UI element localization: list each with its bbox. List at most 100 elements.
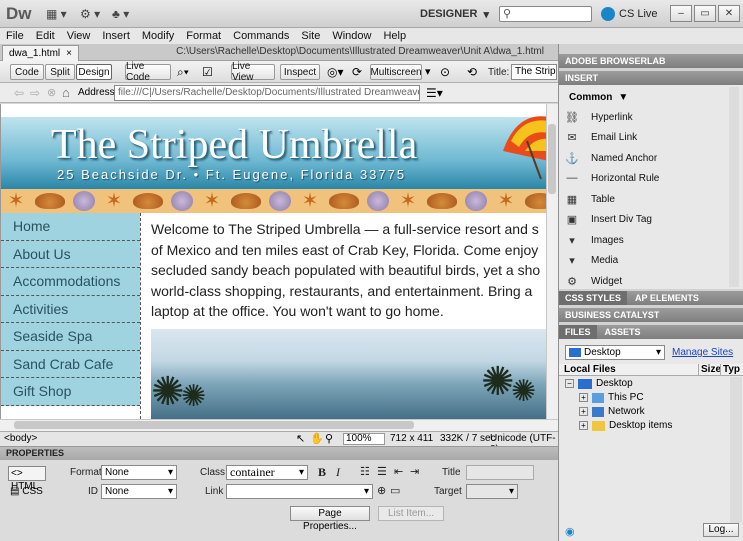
expand-icon[interactable]: + xyxy=(579,421,588,430)
tab-ap-elements[interactable]: AP ELEMENTS xyxy=(631,291,703,305)
insert-panel-header[interactable]: INSERT xyxy=(559,71,743,85)
home-icon[interactable]: ⌂ xyxy=(62,85,70,100)
link-input[interactable] xyxy=(226,484,373,499)
zoom-tool-icon[interactable]: ⚲ xyxy=(325,432,333,445)
split-view-button[interactable]: Split xyxy=(45,64,75,80)
forward-icon[interactable]: ⇨ xyxy=(30,86,40,100)
hand-tool-icon[interactable]: ✋ xyxy=(310,432,324,445)
unordered-list-icon[interactable]: ☷ xyxy=(360,465,370,478)
connect-icon[interactable]: ◉ xyxy=(565,525,575,538)
class-select[interactable]: container xyxy=(226,465,308,480)
link-title-input[interactable] xyxy=(466,465,534,480)
code-view-button[interactable]: Code xyxy=(10,64,44,80)
menu-commands[interactable]: Commands xyxy=(227,30,295,42)
nav-link-gift-shop[interactable]: Gift Shop xyxy=(1,378,140,406)
tree-this-pc[interactable]: + This PC xyxy=(579,392,644,403)
stop-icon[interactable]: ⊗ xyxy=(47,86,56,99)
html-mode-button[interactable]: <> HTML xyxy=(8,466,46,492)
menu-site[interactable]: Site xyxy=(295,30,326,42)
document-title-input[interactable]: The Striped Umbrella xyxy=(511,64,557,80)
scrollbar-thumb[interactable] xyxy=(14,421,414,429)
site-icon[interactable]: ♣ ▾ xyxy=(112,6,129,22)
nav-link-home[interactable]: Home xyxy=(1,213,140,241)
refresh-icon[interactable]: ⟳ xyxy=(352,65,362,79)
check-browser-icon[interactable]: ⌕▾ xyxy=(177,65,189,80)
menu-modify[interactable]: Modify xyxy=(136,30,180,42)
tree-desktop-items[interactable]: + Desktop items xyxy=(579,420,672,431)
site-select[interactable]: Desktop ▾ xyxy=(565,345,665,360)
back-icon[interactable]: ⇦ xyxy=(14,86,24,100)
live-view-button[interactable]: Live View xyxy=(231,61,275,83)
page-properties-button[interactable]: Page Properties... xyxy=(290,506,370,532)
business-catalyst-header[interactable]: BUSINESS CATALYST xyxy=(559,308,743,322)
menu-edit[interactable]: Edit xyxy=(30,30,61,42)
cs-live-button[interactable]: CS Live xyxy=(601,5,658,23)
insert-table[interactable]: ▦ Table xyxy=(565,189,725,209)
insert-scrollbar[interactable] xyxy=(729,87,739,287)
log-button[interactable]: Log... xyxy=(703,523,739,537)
menu-file[interactable]: File xyxy=(0,30,30,42)
files-scrollbar[interactable] xyxy=(730,377,742,523)
insert-media[interactable]: ▾ Media xyxy=(565,250,725,270)
ordered-list-icon[interactable]: ☰ xyxy=(377,465,387,478)
tab-files[interactable]: FILES xyxy=(559,325,597,339)
insert-email-link[interactable]: ✉ Email Link xyxy=(565,127,725,147)
category-select[interactable]: Common ▼ xyxy=(569,92,628,103)
bold-button[interactable]: B xyxy=(318,465,326,480)
live-code-button[interactable]: Live Code xyxy=(125,61,171,83)
address-input[interactable]: file:///C|/Users/Rachelle/Desktop/Docume… xyxy=(114,85,420,101)
tag-selector[interactable]: <body> xyxy=(4,433,37,444)
scrollbar-thumb[interactable] xyxy=(548,124,556,194)
id-select[interactable]: None xyxy=(101,484,177,499)
preview-icon[interactable]: ◎▾ xyxy=(327,65,344,79)
col-local-files[interactable]: Local Files xyxy=(564,364,616,375)
menu-help[interactable]: Help xyxy=(377,30,412,42)
point-to-file-icon[interactable]: ⊕ xyxy=(377,484,386,497)
close-icon[interactable]: × xyxy=(66,48,72,59)
inspect-button[interactable]: Inspect xyxy=(280,64,320,80)
list-item-button[interactable]: List Item... xyxy=(378,506,444,521)
outdent-icon[interactable]: ⇤ xyxy=(394,465,403,478)
insert-div-tag[interactable]: ▣ Insert Div Tag xyxy=(565,209,725,229)
insert-horizontal-rule[interactable]: ― Horizontal Rule xyxy=(565,168,725,188)
document-tab[interactable]: dwa_1.html × xyxy=(2,45,79,61)
menu-view[interactable]: View xyxy=(61,30,97,42)
layout-menu-icon[interactable]: ▦ ▾ xyxy=(46,6,67,22)
tree-network[interactable]: + Network xyxy=(579,406,645,417)
maximize-button[interactable]: ▭ xyxy=(694,5,716,22)
tree-desktop[interactable]: − Desktop xyxy=(565,378,633,389)
menu-insert[interactable]: Insert xyxy=(96,30,136,42)
browse-folder-icon[interactable]: ▭ xyxy=(390,484,400,497)
menu-format[interactable]: Format xyxy=(180,30,227,42)
minimize-button[interactable]: – xyxy=(670,5,692,22)
manage-sites-link[interactable]: Manage Sites xyxy=(672,347,733,358)
browserlab-panel-header[interactable]: ADOBE BROWSERLAB xyxy=(559,54,743,68)
nav-link-activities[interactable]: Activities xyxy=(1,295,140,323)
design-view[interactable]: The Striped Umbrella 25 Beachside Dr. • … xyxy=(0,104,546,419)
vertical-scrollbar[interactable] xyxy=(546,104,558,419)
col-type[interactable]: Typ xyxy=(720,364,740,375)
insert-hyperlink[interactable]: ⛓ Hyperlink xyxy=(565,107,725,127)
nav-link-accommodations[interactable]: Accommodations xyxy=(1,268,140,296)
nav-link-seaside-spa[interactable]: Seaside Spa xyxy=(1,323,140,351)
expand-icon[interactable]: + xyxy=(579,407,588,416)
format-select[interactable]: None xyxy=(101,465,177,480)
help-search-input[interactable]: ⚲ xyxy=(499,6,592,22)
design-view-button[interactable]: Design xyxy=(76,64,112,80)
nav-link-sand-crab-cafe[interactable]: Sand Crab Cafe xyxy=(1,350,140,378)
multiscreen-button[interactable]: Multiscreen xyxy=(370,64,422,80)
css-mode-button[interactable]: ▤ CSS xyxy=(8,485,46,500)
workspace-switcher[interactable]: DESIGNER ▾ xyxy=(420,5,489,23)
close-button[interactable]: ✕ xyxy=(718,5,740,22)
chevron-down-icon[interactable]: ▾ xyxy=(425,65,431,78)
horizontal-scrollbar[interactable] xyxy=(0,419,558,431)
select-tool-icon[interactable]: ↖ xyxy=(296,432,305,445)
expand-icon[interactable]: + xyxy=(579,393,588,402)
window-size[interactable]: 712 x 411 xyxy=(390,433,433,444)
gear-icon[interactable]: ⚙ ▾ xyxy=(80,6,100,22)
nav-link-about-us[interactable]: About Us xyxy=(1,240,140,268)
target-select[interactable] xyxy=(466,484,518,499)
tab-css-styles[interactable]: CSS STYLES xyxy=(559,291,628,305)
insert-widget[interactable]: ⚙ Widget xyxy=(565,271,725,291)
menu-window[interactable]: Window xyxy=(326,30,377,42)
